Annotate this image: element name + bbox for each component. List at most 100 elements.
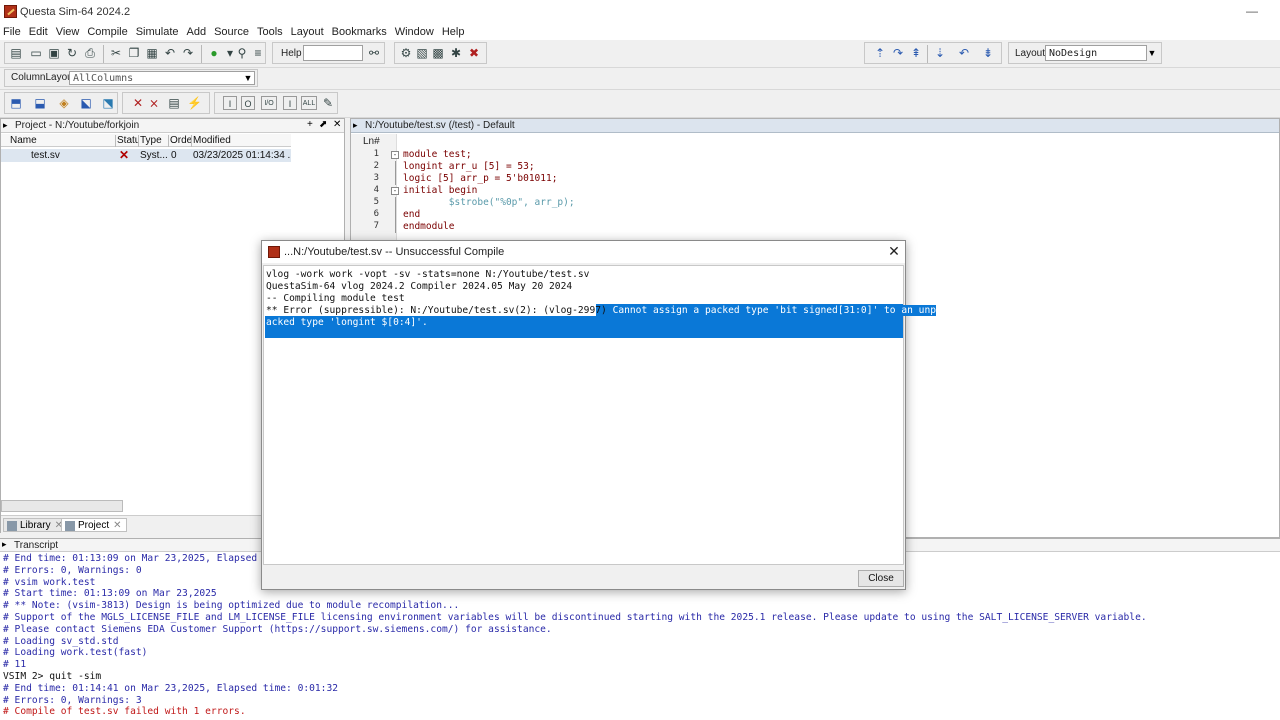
step-back-icon[interactable]: ↶ [957, 46, 971, 60]
code-line[interactable]: logic [5] arr_p = 5'b01011; [403, 173, 557, 184]
break-icon[interactable]: ✱ [449, 46, 463, 60]
menu-add[interactable]: Add [184, 24, 212, 38]
code-line[interactable]: initial begin [403, 185, 477, 196]
fold-toggle-icon[interactable]: - [391, 151, 399, 159]
filter-out-icon[interactable]: O [241, 96, 255, 110]
delete-all-icon[interactable]: ⨯ [147, 96, 161, 110]
code-line[interactable]: module test; [403, 149, 472, 160]
layout-select[interactable]: NoDesign [1045, 45, 1147, 61]
toolbar-separator [201, 45, 202, 63]
col-status[interactable]: Status [116, 135, 139, 147]
project-refresh-icon[interactable]: ⬔ [101, 96, 115, 110]
compile-output-text[interactable]: vlog -work work -vopt -sv -stats=none N:… [263, 265, 937, 565]
menu-source[interactable]: Source [211, 24, 254, 38]
menu-tools[interactable]: Tools [254, 24, 288, 38]
stop-icon[interactable]: ✖ [467, 46, 481, 60]
pane-menu-icon[interactable]: ▸ [2, 539, 7, 550]
line-number: 5 [373, 197, 379, 207]
menu-edit[interactable]: Edit [26, 24, 53, 38]
simulate-icon[interactable]: ▩ [431, 46, 445, 60]
table-row[interactable]: test.sv ✕ Syst... 0 03/23/2025 01:14:34 … [1, 148, 291, 162]
filter-inout-icon[interactable]: I/O [261, 96, 277, 110]
chevron-down-icon[interactable]: ▼ [241, 70, 255, 86]
pane-close-icon[interactable]: ✕ [333, 119, 341, 130]
code-line[interactable]: endmodule [403, 221, 454, 232]
new-file-icon[interactable]: ▤ [9, 46, 23, 60]
filter-internal-icon[interactable]: I [283, 96, 297, 110]
columnlayout-select[interactable]: AllColumns [69, 71, 255, 85]
copy-icon[interactable]: ❐ [127, 46, 141, 60]
step-icon[interactable]: ⇡ [873, 46, 887, 60]
paste-icon[interactable]: ▦ [145, 46, 159, 60]
title-bar: Questa Sim-64 2024.2 — [0, 0, 1280, 24]
transcript-line: # Errors: 0, Warnings: 3 [3, 694, 142, 706]
cut-icon[interactable]: ✂ [109, 46, 123, 60]
horizontal-scrollbar[interactable] [1, 500, 123, 512]
menu-bookmarks[interactable]: Bookmarks [329, 24, 392, 38]
code-line[interactable]: end [403, 209, 420, 220]
error-prefix: ** Error (suppressible): N:/Youtube/test… [266, 305, 613, 316]
step-out-icon[interactable]: ⇞ [909, 46, 923, 60]
menu-window[interactable]: Window [392, 24, 439, 38]
col-name[interactable]: Name [1, 135, 116, 147]
compile-order-icon[interactable]: ◈ [57, 96, 71, 110]
find-icon[interactable]: ⚲ [235, 46, 249, 60]
dialog-close-icon[interactable]: ✕ [886, 243, 902, 259]
app-title: Questa Sim-64 2024.2 [20, 6, 131, 18]
transcript-line: # 11 [3, 659, 27, 671]
layout-label: Layout [1015, 48, 1046, 59]
run-icon[interactable]: ● [207, 46, 221, 60]
editor-header: ▸ N:/Youtube/test.sv (/test) - Default [351, 119, 1279, 133]
step-down-icon[interactable]: ⇣ [933, 46, 947, 60]
toolbar-separator [927, 45, 928, 63]
minimize-icon[interactable]: — [1244, 4, 1260, 18]
transcript-line: # Please contact Siemens EDA Customer Su… [3, 623, 552, 635]
delete-icon[interactable]: ✕ [131, 96, 145, 110]
help-search-input[interactable] [303, 45, 363, 61]
fold-toggle-icon[interactable]: - [391, 187, 399, 195]
pane-menu-icon[interactable]: ▸ [3, 120, 8, 131]
code-line[interactable]: longint arr_u [5] = 53; [403, 161, 535, 172]
col-type[interactable]: Type [139, 135, 169, 147]
open-folder-icon[interactable]: ▭ [29, 46, 43, 60]
save-icon[interactable]: ▣ [47, 46, 61, 60]
compile-icon[interactable]: ⚙ [399, 46, 413, 60]
add-file-icon[interactable]: ⬒ [9, 96, 23, 110]
print-icon[interactable]: ⎙ [83, 46, 97, 60]
refresh-icon[interactable]: ↻ [65, 46, 79, 60]
wand-icon[interactable]: ⚡ [187, 96, 202, 110]
tab-library[interactable]: Library ✕ [3, 518, 68, 532]
menu-layout[interactable]: Layout [288, 24, 329, 38]
pane-menu-icon[interactable]: ▸ [353, 120, 358, 131]
properties-icon[interactable]: ▤ [167, 96, 181, 110]
step-end-icon[interactable]: ⇟ [981, 46, 995, 60]
undo-icon[interactable]: ↶ [163, 46, 177, 60]
step-over-icon[interactable]: ↷ [891, 46, 905, 60]
compile-all-icon[interactable]: ▧ [415, 46, 429, 60]
binoculars-icon[interactable]: ⚯ [367, 46, 381, 60]
menu-view[interactable]: View [53, 24, 85, 38]
pane-undock-icon[interactable]: ⬈ [319, 119, 327, 130]
filter-in-icon[interactable]: I [223, 96, 237, 110]
help-toolbar: Help ⚯ [272, 42, 385, 64]
redo-icon[interactable]: ↷ [181, 46, 195, 60]
menu-compile[interactable]: Compile [84, 24, 132, 38]
menu-help[interactable]: Help [439, 24, 470, 38]
tab-project[interactable]: Project ✕ [61, 518, 127, 532]
code-line[interactable]: $strobe("%0p", arr_p); [403, 197, 575, 208]
col-order[interactable]: Order [169, 135, 192, 147]
col-modified[interactable]: Modified [192, 135, 291, 147]
pane-add-icon[interactable]: + [307, 119, 313, 130]
menu-simulate[interactable]: Simulate [133, 24, 184, 38]
compile-file-icon[interactable]: ⬓ [33, 96, 47, 110]
eraser-icon[interactable]: ✎ [321, 96, 335, 110]
project-settings-icon[interactable]: ⬕ [79, 96, 93, 110]
format-icon[interactable]: ≡ [251, 46, 265, 60]
close-icon[interactable]: ✕ [113, 520, 121, 531]
project-icon [65, 521, 75, 531]
compile-error-dialog: ...N:/Youtube/test.sv -- Unsuccessful Co… [261, 240, 937, 590]
filter-all-icon[interactable]: ALL [301, 96, 317, 110]
chevron-down-icon[interactable]: ▼ [1145, 45, 1159, 61]
menu-file[interactable]: File [0, 24, 26, 38]
close-button[interactable]: Close [858, 570, 904, 587]
